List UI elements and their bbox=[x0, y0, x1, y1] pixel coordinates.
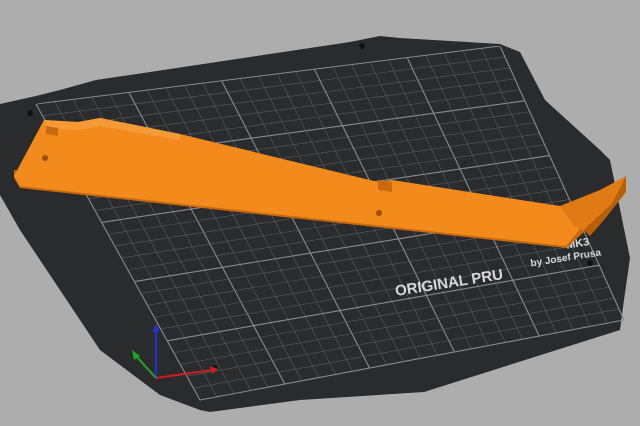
model-hole-left bbox=[42, 155, 48, 161]
model-hole-right bbox=[376, 210, 382, 216]
3d-viewport[interactable]: ORIGINAL PRU MK3 by Josef Prusa bbox=[0, 0, 640, 426]
model-notch-right bbox=[378, 180, 392, 192]
scene-canvas[interactable]: ORIGINAL PRU MK3 by Josef Prusa bbox=[0, 0, 640, 426]
